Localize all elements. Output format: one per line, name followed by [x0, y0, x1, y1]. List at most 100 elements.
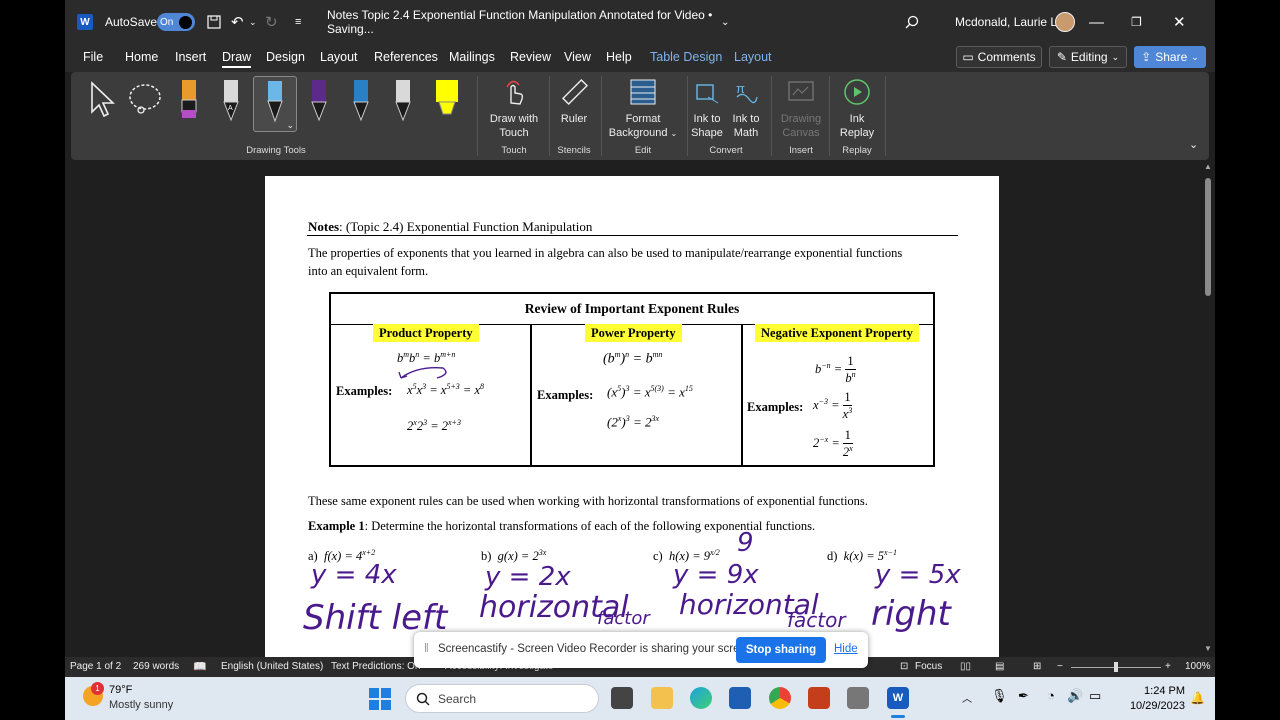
ink-to-shape-button[interactable]: Ink to Shape — [687, 76, 727, 140]
select-tool-icon[interactable] — [89, 80, 115, 124]
screen-share-notification: ‖ Screencastify - Screen Video Recorder … — [414, 632, 868, 668]
hide-share-link[interactable]: Hide — [834, 643, 858, 655]
document-title[interactable]: Notes Topic 2.4 Exponential Function Man… — [327, 0, 747, 44]
tab-draw[interactable]: Draw — [222, 50, 252, 68]
editing-mode-button[interactable]: ✎ Editing ⌄ — [1049, 46, 1127, 68]
format-background-button[interactable]: Format Background ⌄ — [601, 76, 685, 141]
zoom-in-icon[interactable]: + — [1165, 661, 1171, 672]
table-divider — [530, 325, 532, 465]
web-layout-icon[interactable]: ⊞ — [1033, 661, 1041, 672]
autosave-label: AutoSave — [105, 15, 158, 29]
tab-home[interactable]: Home — [125, 50, 158, 64]
tab-help[interactable]: Help — [606, 50, 632, 64]
focus-label[interactable]: Focus — [915, 661, 942, 672]
word-count[interactable]: 269 words — [133, 661, 179, 672]
pen-tool-black-icon[interactable]: A — [219, 78, 243, 122]
tab-view[interactable]: View — [564, 50, 591, 64]
highlighter-yellow-icon[interactable] — [433, 78, 458, 122]
proofing-book-icon[interactable]: 📖 — [193, 660, 207, 673]
language[interactable]: English (United States) — [221, 661, 323, 672]
pen-tray-icon[interactable]: ✒ — [1018, 688, 1029, 704]
tray-chevron-up-icon[interactable]: ︿ — [962, 690, 972, 705]
share-button[interactable]: ⇪ Share ⌄ — [1134, 46, 1206, 68]
tab-file[interactable]: File — [83, 50, 103, 64]
document-page[interactable]: Notes: (Topic 2.4) Exponential Function … — [265, 176, 999, 657]
ink-to-math-button[interactable]: π Ink to Math — [727, 76, 765, 140]
customize-toolbar-icon[interactable]: ≡ — [295, 0, 301, 44]
zoom-slider-thumb[interactable] — [1114, 662, 1118, 672]
close-icon[interactable]: ✕ — [1173, 0, 1213, 44]
powerpoint-icon[interactable] — [808, 687, 830, 709]
minimize-icon[interactable]: — — [1089, 0, 1129, 44]
drag-handle-icon[interactable]: ‖ — [424, 643, 429, 655]
scroll-down-icon[interactable]: ▼ — [1204, 644, 1212, 653]
wifi-icon[interactable]: ◔ — [1047, 688, 1055, 703]
document-canvas[interactable]: Notes: (Topic 2.4) Exponential Function … — [65, 160, 1215, 657]
drawing-canvas-button[interactable]: Drawing Canvas — [773, 76, 829, 140]
restore-icon[interactable]: ❐ — [1131, 0, 1171, 44]
redo-icon[interactable]: ↻ — [265, 0, 278, 44]
volume-icon[interactable]: 🔊 — [1067, 688, 1083, 704]
notifications-icon[interactable]: 🔔 — [1190, 691, 1205, 705]
weather-temp[interactable]: 79°F — [109, 684, 132, 696]
weather-desc[interactable]: Mostly sunny — [109, 699, 173, 711]
tab-table-design[interactable]: Table Design — [650, 50, 722, 64]
share-icon: ⇪ — [1141, 50, 1152, 64]
save-icon[interactable] — [207, 0, 221, 44]
file-explorer-icon[interactable] — [651, 687, 673, 709]
pen-tool-purple-icon[interactable] — [307, 78, 331, 122]
clock-date[interactable]: 10/29/2023 — [1117, 700, 1185, 712]
page-count[interactable]: Page 1 of 2 — [70, 661, 121, 672]
chrome-icon[interactable] — [769, 687, 791, 709]
ruler-button[interactable]: Ruler — [549, 76, 599, 126]
tab-mailings[interactable]: Mailings — [449, 50, 495, 64]
ink-note-c3: factor — [787, 608, 846, 632]
power-rule-formula: (bm)n = bmn — [603, 350, 663, 367]
start-windows-icon[interactable] — [369, 688, 391, 713]
scroll-up-icon[interactable]: ▲ — [1204, 162, 1212, 171]
taskbar-search[interactable]: Search — [405, 684, 599, 713]
ink-replay-button[interactable]: Ink Replay — [831, 76, 883, 140]
autosave-toggle[interactable]: On — [157, 13, 195, 31]
letterbox-right — [1215, 0, 1280, 720]
task-view-icon[interactable] — [611, 687, 633, 709]
search-icon[interactable] — [905, 0, 919, 44]
scroll-thumb[interactable] — [1205, 178, 1211, 296]
tab-references[interactable]: References — [374, 50, 438, 64]
text-predictions[interactable]: Text Predictions: On — [331, 661, 420, 672]
word-taskbar-icon[interactable]: W — [887, 687, 909, 709]
undo-icon[interactable]: ↶ — [231, 0, 244, 44]
focus-icon[interactable]: ⊡ — [900, 661, 908, 672]
comments-button[interactable]: ▭ Comments — [956, 46, 1042, 68]
read-mode-icon[interactable]: ▯▯ — [960, 661, 971, 672]
zoom-out-icon[interactable]: − — [1057, 661, 1063, 672]
vertical-scrollbar[interactable]: ▲ ▼ — [1201, 160, 1215, 657]
pencil-tool-orange-icon[interactable] — [177, 78, 201, 122]
zoom-level[interactable]: 100% — [1185, 661, 1211, 672]
title-dropdown-icon[interactable]: ⌄ — [721, 0, 729, 44]
pen-tool-galaxy-icon[interactable] — [349, 78, 373, 122]
tab-table-layout[interactable]: Layout — [734, 50, 772, 64]
microphone-icon[interactable]: 🎙 — [991, 688, 1008, 704]
draw-with-touch-button[interactable]: Draw with Touch — [481, 76, 547, 140]
battery-icon[interactable]: ▭ — [1089, 688, 1101, 704]
print-layout-icon[interactable]: ▤ — [995, 661, 1004, 672]
edge-browser-icon[interactable] — [690, 687, 712, 709]
calculator-icon[interactable] — [847, 687, 869, 709]
tab-review[interactable]: Review — [510, 50, 551, 64]
lasso-select-icon[interactable] — [127, 80, 163, 124]
clock-time[interactable]: 1:24 PM — [1125, 685, 1185, 697]
store-icon[interactable] — [729, 687, 751, 709]
pen-options-chevron-icon[interactable]: ⌄ — [286, 120, 294, 131]
user-name[interactable]: Mcdonald, Laurie L. — [955, 0, 1060, 44]
tab-insert[interactable]: Insert — [175, 50, 206, 64]
stop-sharing-button[interactable]: Stop sharing — [736, 637, 826, 663]
ribbon-collapse-icon[interactable]: ⌄ — [1189, 138, 1198, 151]
ink-note-a1: y = 4x — [311, 560, 397, 590]
undo-dropdown-icon[interactable]: ⌄ — [249, 0, 257, 44]
pen-tool-silver-icon[interactable] — [391, 78, 415, 122]
avatar[interactable] — [1055, 12, 1075, 32]
tab-layout[interactable]: Layout — [320, 50, 358, 64]
selected-pen-slot[interactable]: ⌄ — [253, 76, 297, 132]
tab-design[interactable]: Design — [266, 50, 305, 64]
